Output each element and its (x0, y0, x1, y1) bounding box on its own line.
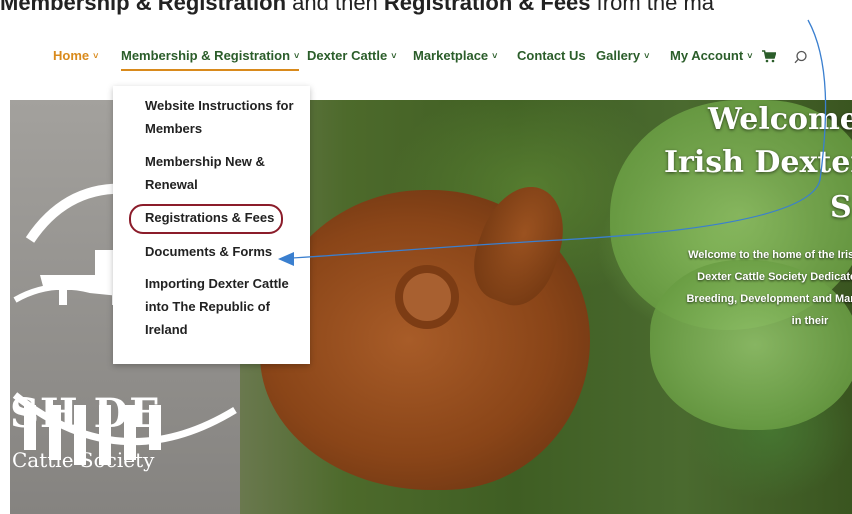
cart-icon[interactable] (762, 50, 777, 68)
hero-title-line-3: S (830, 190, 852, 225)
chevron-down-icon: ˅ (492, 51, 498, 61)
chevron-down-icon: ˅ (294, 51, 300, 61)
nav-item-label: My Account (670, 48, 744, 63)
nav-item-label: Marketplace (413, 48, 489, 63)
logo-subtext: Cattle Society (12, 448, 155, 472)
chevron-down-icon: ˅ (391, 51, 397, 61)
nav-item-contact-us[interactable]: Contact Us (517, 48, 586, 63)
hero-body-text: Welcome to the home of the Irish D Dexte… (640, 244, 852, 332)
chevron-down-icon: ˅ (93, 51, 99, 61)
nav-item-label: Home (53, 48, 90, 63)
nav-item-home[interactable]: Home ˅ (53, 48, 98, 63)
dropdown-item-documents-forms[interactable]: Documents & Forms (145, 240, 295, 263)
instruction-bold-2: Registration & Fees (383, 0, 591, 15)
nav-item-dexter-cattle[interactable]: Dexter Cattle ˅ (307, 48, 396, 63)
nav-item-marketplace[interactable]: Marketplace ˅ (413, 48, 497, 63)
chevron-down-icon: ˅ (644, 51, 650, 61)
chevron-down-icon: ˅ (747, 51, 753, 61)
nav-item-my-account[interactable]: My Account ˅ (670, 48, 752, 63)
dropdown-item-registrations-fees[interactable]: Registrations & Fees (145, 206, 295, 229)
nav-item-label: Contact Us (517, 48, 586, 63)
nav-item-label: Membership & Registration (121, 48, 291, 63)
instruction-text: Membership & Registration and then Regis… (0, 0, 852, 16)
nav-item-membership[interactable]: Membership & Registration ˅ (121, 48, 300, 71)
instruction-plain-2: from the ma (590, 0, 715, 15)
search-icon[interactable] (794, 50, 808, 69)
calf-ear-image (395, 265, 459, 329)
nav-item-label: Dexter Cattle (307, 48, 388, 63)
hero-body-line: Dexter Cattle Society Dedicated (697, 271, 852, 283)
dropdown-item-website-instructions[interactable]: Website Instructions for Members (145, 94, 295, 140)
dropdown-item-membership-renewal[interactable]: Membership New & Renewal (145, 150, 295, 196)
dropdown-item-importing-cattle[interactable]: Importing Dexter Cattle into The Republi… (145, 272, 295, 341)
instruction-bold-1: Membership & Registration (0, 0, 287, 15)
hero-body-line: Welcome to the home of the Irish D (688, 249, 852, 261)
membership-dropdown-menu: Website Instructions for Members Members… (113, 86, 310, 364)
logo-text: SH DE (10, 390, 161, 437)
hero-title-line-2: Irish Dexter (664, 145, 852, 180)
hero-body-line: in their (791, 315, 829, 327)
hero-body-line: Breeding, Development and Marketi (686, 293, 852, 305)
hero-title-line-1: Welcome (708, 102, 852, 137)
main-nav: Home ˅ Membership & Registration ˅ Dexter … (0, 48, 852, 74)
instruction-plain-1: and then (286, 0, 384, 15)
nav-item-gallery[interactable]: Gallery ˅ (596, 48, 649, 63)
nav-item-label: Gallery (596, 48, 641, 63)
